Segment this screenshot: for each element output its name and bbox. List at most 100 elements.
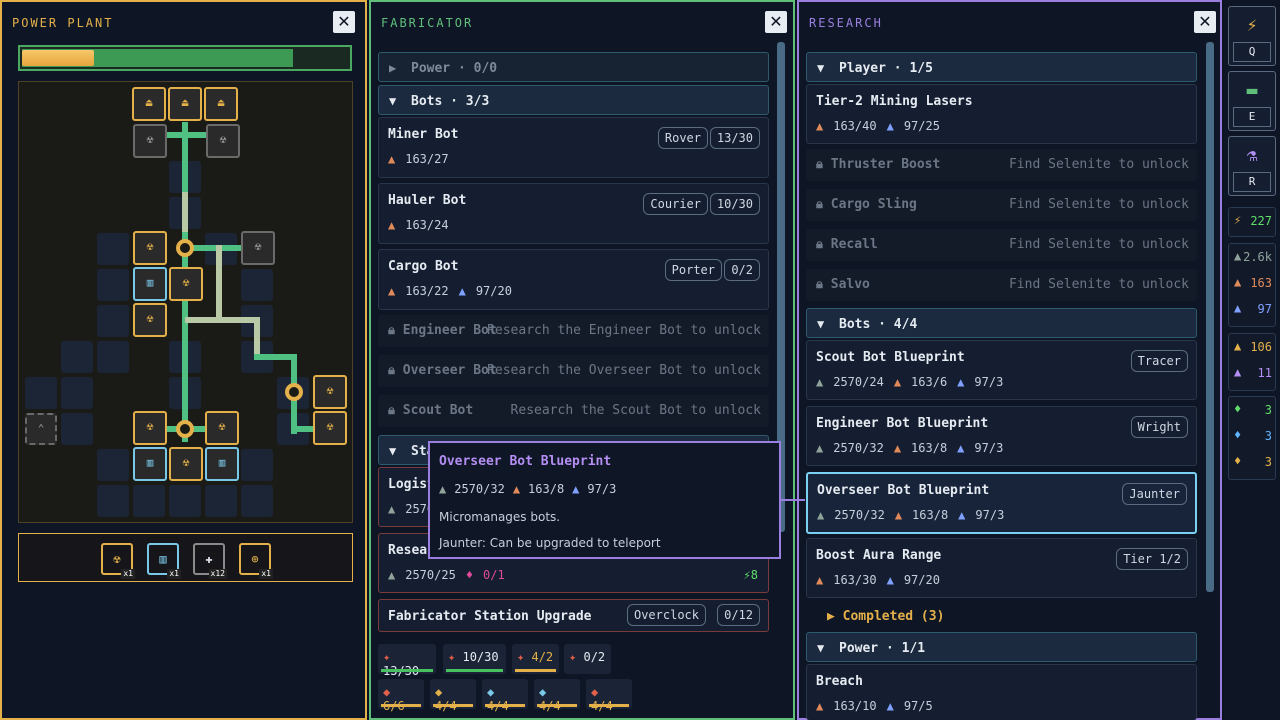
cost-value: 163/6 [911, 375, 948, 389]
locked-item: 🔒︎ Thruster Boost Find Selenite to unlock [806, 149, 1197, 181]
research-toggle[interactable]: ⚗ R [1228, 136, 1276, 196]
grid-cell[interactable] [241, 269, 273, 301]
ore-icon: ▲ [816, 699, 824, 713]
cost-row: ▲ 2570/32 ▲ 163/8 ▲ 97/3 [817, 508, 1014, 522]
bot-count-drone[interactable]: ✦ 4/2 [512, 644, 559, 674]
lock-icon: 🔒︎ [388, 323, 403, 338]
section-header-bots[interactable]: ▼ Bots · 3/3 [378, 85, 769, 115]
grid-cell[interactable] [97, 449, 129, 481]
grid-cell[interactable] [169, 485, 201, 517]
section-header-bots[interactable]: ▼ Bots · 4/4 [806, 308, 1197, 338]
reactor-module[interactable]: ☢ [133, 411, 167, 445]
reactor-module[interactable]: ☢ [169, 267, 203, 301]
fill-bar [446, 669, 503, 672]
junction-node[interactable] [176, 239, 194, 257]
scrap-icon: ▲ [816, 375, 824, 389]
capacitor-module[interactable]: ▥ [205, 447, 239, 481]
grid-cell[interactable] [97, 485, 129, 517]
scrollbar[interactable] [1206, 42, 1214, 592]
gold-ore-icon: ▲ [1234, 339, 1242, 353]
close-button[interactable]: ✕ [1194, 11, 1216, 33]
grid-cell[interactable] [97, 269, 129, 301]
cost-row: ▲ 2570/25 ♦ 0/1 [388, 568, 515, 582]
research-card[interactable]: Engineer Bot Blueprint Wright ▲ 2570/32 ▲ 1… [806, 406, 1197, 466]
reactor-module[interactable]: ☢ [133, 231, 167, 265]
reactor-module[interactable]: ☢ [206, 124, 240, 158]
grid-cell[interactable] [205, 485, 237, 517]
reactor-module[interactable]: ☢ [133, 124, 167, 158]
close-button[interactable]: ✕ [765, 11, 787, 33]
tray-qty: x1 [259, 569, 273, 579]
grid-cell[interactable] [97, 305, 129, 337]
bot-count-hauler[interactable]: ✦ 10/30 [443, 644, 506, 674]
cost-row: ▲ 163/40 ▲ 97/25 [816, 119, 950, 133]
reactor-module[interactable]: ☢ [205, 411, 239, 445]
bot-count-e[interactable]: ◆ 4/4 [586, 679, 632, 713]
power-plant-toggle[interactable]: ⚡ Q [1228, 6, 1276, 66]
capacitor-module[interactable]: ▥ [133, 267, 167, 301]
bars-icon[interactable]: ▥ x1 [147, 543, 181, 579]
reactor-module[interactable]: ☢ [133, 303, 167, 337]
grid-cell[interactable] [61, 377, 93, 409]
power-cost-value: 8 [750, 568, 758, 582]
capacitor-module[interactable]: ▥ [133, 447, 167, 481]
bot-count-cargo[interactable]: ✦ 0/2 [564, 644, 611, 674]
research-card[interactable]: Tier-2 Mining Lasers ▲ 163/40 ▲ 97/25 [806, 84, 1197, 144]
research-card-selected[interactable]: Overseer Bot Blueprint Jaunter ▲ 2570/32 ▲… [806, 472, 1197, 534]
bot-card-cargo[interactable]: Cargo Bot Porter 0/2 ▲ 163/22 ▲ 97/20 [378, 249, 769, 310]
grid-cell[interactable] [133, 485, 165, 517]
ore-icon: ▲ [1234, 275, 1242, 289]
variant-chip: Rover [657, 127, 708, 149]
power-module[interactable]: ⏏ [168, 87, 202, 121]
close-button[interactable]: ✕ [333, 11, 355, 33]
card-title: Resea [388, 543, 428, 558]
section-header-player[interactable]: ▼ Player · 1/5 [806, 52, 1197, 82]
cost-value: 163/27 [405, 152, 449, 166]
count-chip: 0/2 [724, 259, 760, 281]
research-card[interactable]: Breach ▲ 163/10 ▲ 97/5 [806, 664, 1197, 720]
junction-node[interactable] [285, 383, 303, 401]
junction-node[interactable] [176, 420, 194, 438]
section-header-power[interactable]: ▶ Power · 0/0 [378, 52, 769, 82]
grid-cell[interactable] [97, 233, 129, 265]
reactor-module[interactable]: ☢ [169, 447, 203, 481]
count-chip: 10/30 [709, 193, 760, 215]
bolt-icon: ⚡ [743, 568, 751, 582]
grid-cell[interactable] [25, 377, 57, 409]
bot-e-icon: ◆ [591, 685, 599, 699]
fabricator-toggle[interactable]: ▬ E [1228, 71, 1276, 131]
card-title: Fabricator Station Upgrade [388, 609, 592, 624]
grid-cell[interactable] [61, 413, 93, 445]
tooltip-description: Micromanages bots. [439, 510, 561, 524]
cross-pipe-icon[interactable]: ✚ x12 [193, 543, 227, 579]
station-card-upgrade[interactable]: Fabricator Station Upgrade Overclock 0/1… [378, 599, 769, 632]
completed-toggle[interactable]: ▶ Completed (3) [827, 609, 944, 624]
research-card[interactable]: Scout Bot Blueprint Tracer ▲ 2570/24 ▲ 163/… [806, 340, 1197, 400]
grid-cell[interactable] [61, 341, 93, 373]
bot-count-d[interactable]: ◆ 4/4 [534, 679, 580, 713]
cost-value: 97/3 [587, 482, 617, 496]
expand-icon[interactable]: ⌃ [25, 413, 57, 445]
bot-count-a[interactable]: ◆ 6/6 [378, 679, 424, 713]
reactor-module[interactable]: ☢ [313, 375, 347, 409]
bot-count-miner[interactable]: ✦ 13/30 [378, 644, 436, 678]
node-icon[interactable]: ⊕ x1 [239, 543, 273, 579]
power-module[interactable]: ⏏ [132, 87, 166, 121]
bot-a-icon: ◆ [383, 685, 391, 699]
power-module[interactable]: ⏏ [204, 87, 238, 121]
bot-card-hauler[interactable]: Hauler Bot Courier 10/30 ▲ 163/24 [378, 183, 769, 244]
reactor-module[interactable]: ☢ [313, 411, 347, 445]
bot-count-b[interactable]: ◆ 4/4 [430, 679, 476, 713]
grid-cell[interactable] [241, 449, 273, 481]
reactor-module[interactable]: ☢ [241, 231, 275, 265]
bot-card-miner[interactable]: Miner Bot Rover 13/30 ▲ 163/27 [378, 117, 769, 178]
grid-cell[interactable] [97, 341, 129, 373]
reactor-grid[interactable]: ⏏ ⏏ ⏏ ☢ ☢ ☢ ☢ ▥ ☢ ☢ ☢ ☢ ☢ ☢ ▥ ☢ ▥ ⌃ [18, 81, 353, 523]
bot-count-c[interactable]: ◆ 4/4 [482, 679, 528, 713]
grid-cell[interactable] [241, 485, 273, 517]
research-card[interactable]: Boost Aura Range Tier 1/2 ▲ 163/30 ▲ 97/20 [806, 538, 1197, 598]
radiation-icon[interactable]: ☢ x1 [101, 543, 135, 579]
cost-value: 2570/32 [454, 482, 505, 496]
bot-c-icon: ◆ [487, 685, 495, 699]
section-header-power[interactable]: ▼ Power · 1/1 [806, 632, 1197, 662]
